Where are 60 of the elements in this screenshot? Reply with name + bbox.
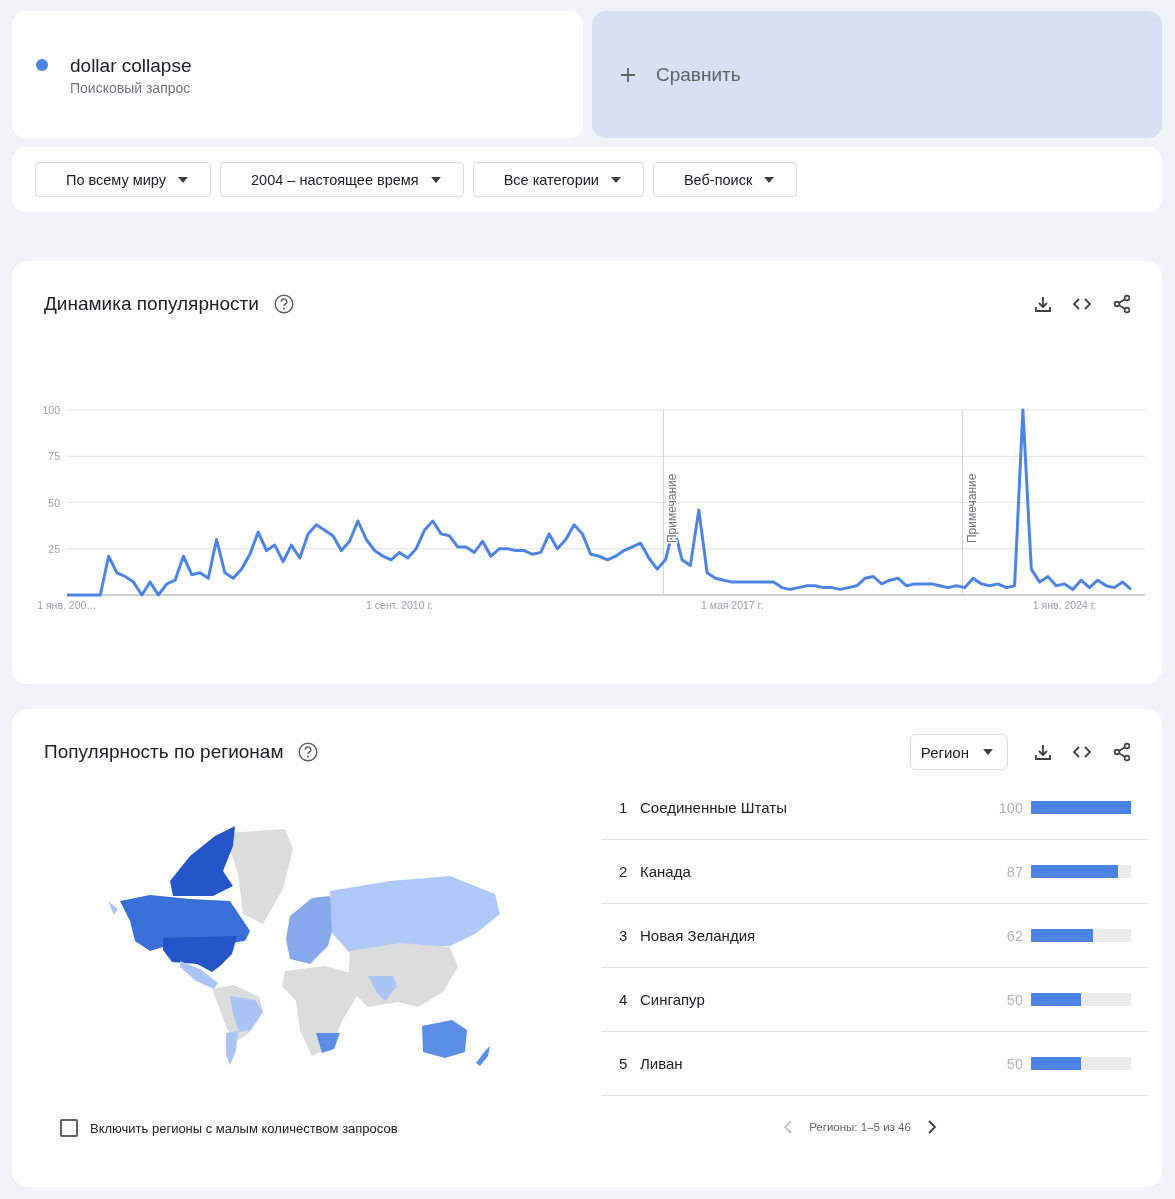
region-name: Сингапур xyxy=(640,991,706,1008)
section-title: Динамика популярности xyxy=(44,293,259,315)
region-rank: 1 xyxy=(618,799,629,816)
plus-icon xyxy=(620,66,636,83)
caret-icon xyxy=(430,176,441,183)
region-value: 50 xyxy=(1005,991,1023,1008)
search-term: dollar collapse xyxy=(70,55,192,77)
axis-label: 25 xyxy=(48,542,60,555)
axis-label: 100 xyxy=(42,404,60,416)
download-icon[interactable] xyxy=(1034,743,1052,761)
compare-button[interactable]: Сравнить xyxy=(592,11,1162,138)
region-rank: 3 xyxy=(618,927,629,944)
caret-icon xyxy=(983,749,993,755)
filter-dropdown[interactable]: 2004 – настоящее время xyxy=(220,162,464,197)
region-rank: 5 xyxy=(618,1055,629,1072)
checkbox-label: Включить регионы с малым количеством запросов xyxy=(90,1120,398,1136)
axis-label: 1 мая 2017 г. xyxy=(700,599,764,611)
axis-label: 1 сент. 2010 г. xyxy=(366,599,433,611)
caret-icon xyxy=(764,176,775,183)
region-name: Ливан xyxy=(640,1055,684,1072)
next-page-icon[interactable] xyxy=(926,1120,937,1134)
filter-dropdown[interactable]: Все категории xyxy=(472,162,644,197)
section-title: Популярность по регионам xyxy=(44,741,284,763)
search-term-card[interactable]: dollar collapse Поисковый запрос xyxy=(12,11,583,138)
region-value: 50 xyxy=(1005,1055,1023,1072)
download-icon[interactable] xyxy=(1034,295,1052,313)
annotation-label[interactable]: Примечание xyxy=(665,473,680,543)
caret-icon xyxy=(178,176,188,183)
region-value: 100 xyxy=(997,799,1023,816)
search-term-type: Поисковый запрос xyxy=(70,80,192,96)
region-row[interactable]: 5 Ливан 50 xyxy=(602,1032,1148,1096)
embed-icon[interactable] xyxy=(1072,745,1092,759)
region-name: Соединенные Штаты xyxy=(640,799,788,816)
axis-label: 1 янв. 200… xyxy=(37,599,97,611)
axis-label: 1 янв. 2024 г. xyxy=(1032,599,1097,611)
filter-dropdown[interactable]: По всему миру xyxy=(35,162,211,197)
pagination-label: Регионы: 1–5 из 46 xyxy=(809,1121,911,1133)
embed-icon[interactable] xyxy=(1072,297,1092,311)
region-row[interactable]: 4 Сингапур 50 xyxy=(602,968,1148,1032)
region-row[interactable]: 3 Новая Зеландия 62 xyxy=(602,904,1148,968)
help-icon[interactable] xyxy=(273,294,294,314)
region-value: 62 xyxy=(1005,927,1023,944)
axis-label: 50 xyxy=(48,496,60,509)
resolution-dropdown[interactable]: Регион xyxy=(909,734,1008,770)
share-icon[interactable] xyxy=(1112,294,1132,314)
filter-dropdown[interactable]: Веб-поиск xyxy=(652,162,798,197)
axis-label: 75 xyxy=(48,450,60,463)
region-name: Новая Зеландия xyxy=(640,927,757,944)
low-volume-checkbox[interactable]: Включить регионы с малым количеством запросов xyxy=(60,1119,602,1137)
annotation-label[interactable]: Примечание xyxy=(964,473,979,543)
share-icon[interactable] xyxy=(1112,742,1132,762)
region-row[interactable]: 1 Соединенные Штаты 100 xyxy=(602,776,1148,840)
region-rank: 4 xyxy=(618,991,629,1008)
region-value: 87 xyxy=(1005,863,1023,880)
region-name: Канада xyxy=(640,863,692,880)
help-icon[interactable] xyxy=(298,742,319,762)
region-row[interactable]: 2 Канада 87 xyxy=(602,840,1148,904)
caret-icon xyxy=(610,176,621,183)
region-rank: 2 xyxy=(618,863,629,880)
checkbox[interactable] xyxy=(60,1119,78,1137)
